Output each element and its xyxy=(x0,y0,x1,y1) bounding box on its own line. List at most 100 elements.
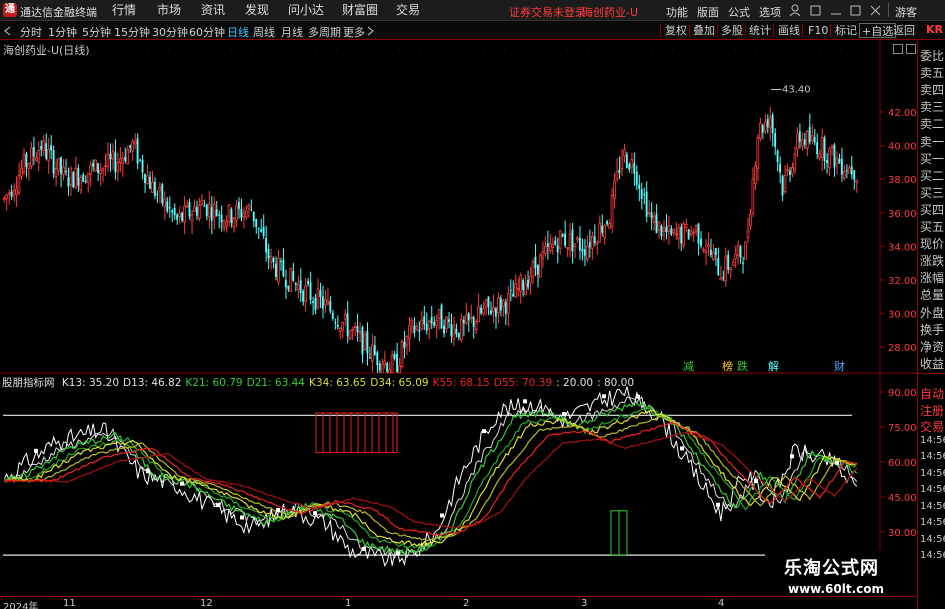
candle-body xyxy=(275,263,277,278)
tick-time: 14:56 xyxy=(920,467,945,479)
period-30min[interactable]: 30分钟 xyxy=(152,24,188,40)
period-monthly[interactable]: 月线 xyxy=(281,24,303,40)
chart-settings-icon[interactable] xyxy=(893,44,903,54)
candle-body xyxy=(153,181,156,197)
menu-wealth[interactable]: 财富圈 xyxy=(342,4,378,17)
candle-body xyxy=(700,238,702,247)
candle-body xyxy=(427,320,431,330)
menu-quotes[interactable]: 行情 xyxy=(112,4,136,17)
multi-stock-button[interactable]: 多股 xyxy=(719,23,745,38)
candle-body xyxy=(623,149,626,157)
menu-trade[interactable]: 交易 xyxy=(396,4,420,17)
period-15min[interactable]: 15分钟 xyxy=(114,24,150,40)
period-daily[interactable]: 日线 xyxy=(227,24,249,40)
menu-discover[interactable]: 发现 xyxy=(245,4,269,17)
candle-body xyxy=(265,238,268,253)
menu-market[interactable]: 市场 xyxy=(157,4,181,17)
candle-body xyxy=(324,298,327,306)
candle-body xyxy=(682,223,686,246)
statistics-button[interactable]: 统计 xyxy=(747,23,773,38)
draw-line-button[interactable]: 画线 xyxy=(776,23,802,38)
candle-body xyxy=(64,170,67,173)
trade-login-warning[interactable]: 证券交易未登录 xyxy=(509,4,586,20)
close-icon[interactable] xyxy=(870,5,881,16)
date-tick xyxy=(461,597,462,600)
candle-body xyxy=(672,229,676,233)
mark-button[interactable]: 标记 xyxy=(833,23,859,38)
period-60min[interactable]: 60分钟 xyxy=(189,24,225,40)
period-1min[interactable]: 1分钟 xyxy=(48,24,77,40)
candle-body xyxy=(131,141,134,152)
candle-body xyxy=(366,331,369,354)
trade-label[interactable]: 注册 xyxy=(920,402,944,419)
back-button[interactable]: 返回 xyxy=(891,23,917,38)
event-marker[interactable]: 跌 xyxy=(737,359,748,373)
app-title: 通达信金融终端 xyxy=(20,6,97,19)
f10-button[interactable]: F10 xyxy=(806,23,830,38)
order-book-label: 买四 xyxy=(920,202,945,217)
period-intraday[interactable]: 分时 xyxy=(20,24,42,40)
candle-body xyxy=(17,175,21,194)
d21-line xyxy=(3,406,858,549)
candle-body xyxy=(578,237,581,251)
chevron-right-icon[interactable] xyxy=(366,26,374,36)
period-weekly[interactable]: 周线 xyxy=(253,24,275,40)
account-icon[interactable] xyxy=(789,4,801,17)
restore-icon[interactable] xyxy=(810,5,821,16)
overlay-button[interactable]: 叠加 xyxy=(691,23,717,38)
candle-body xyxy=(482,308,485,314)
chevron-left-icon[interactable] xyxy=(3,26,11,36)
period-5min[interactable]: 5分钟 xyxy=(82,24,111,40)
trade-label[interactable]: 自动 xyxy=(920,385,944,402)
candle-body xyxy=(855,179,858,183)
candle-body xyxy=(351,328,354,331)
kr-indicator[interactable]: KR xyxy=(926,23,943,36)
candle-body xyxy=(10,191,13,197)
tick-time: 14:56 xyxy=(920,550,945,561)
menu-ask[interactable]: 问小达 xyxy=(288,4,324,17)
period-multi[interactable]: 多周期 xyxy=(308,24,341,40)
adjust-button[interactable]: 复权 xyxy=(663,23,689,38)
candle-body xyxy=(84,180,87,183)
candle-body xyxy=(650,212,653,218)
indicator-name[interactable]: 股朋指标网 xyxy=(2,377,55,389)
maximize-icon[interactable] xyxy=(850,5,861,16)
event-marker[interactable]: 解 xyxy=(768,359,779,373)
menu-news[interactable]: 资讯 xyxy=(201,4,225,17)
chart-maximize-icon[interactable] xyxy=(906,44,916,54)
candle-body xyxy=(403,341,406,349)
candle-body xyxy=(554,240,557,245)
toolbar-separator xyxy=(745,24,746,37)
indicator-header: 股朋指标网 K13: 35.20 D13: 46.82 K21: 60.79 D21:… xyxy=(2,375,642,389)
candle-body xyxy=(410,319,414,325)
candle-body xyxy=(307,280,310,285)
candle-body xyxy=(514,282,517,298)
guest-label[interactable]: 游客 xyxy=(895,4,917,20)
period-more[interactable]: 更多 xyxy=(343,24,365,40)
event-marker[interactable]: 榜 xyxy=(722,359,733,373)
indicator-label: 30.00 xyxy=(888,528,917,539)
candle-body xyxy=(606,221,609,225)
candle-body xyxy=(820,137,824,159)
candle-body xyxy=(838,158,841,164)
menu-separator xyxy=(888,3,889,17)
candle-body xyxy=(183,205,186,223)
event-marker[interactable]: 减 xyxy=(683,360,694,373)
candlesticks xyxy=(2,106,858,373)
trade-label[interactable]: 交易 xyxy=(920,418,944,435)
order-book-label: 买一 xyxy=(920,151,945,166)
menu-formula[interactable]: 公式 xyxy=(728,4,750,20)
candle-body xyxy=(789,170,791,175)
candle-body xyxy=(527,279,529,288)
date-tick-label: 1 xyxy=(345,598,352,609)
candle-body xyxy=(800,139,804,147)
candle-body xyxy=(645,191,648,217)
menu-options[interactable]: 选项 xyxy=(759,4,781,20)
price-chart[interactable]: 42.00 40.00 38.00 36.00 34.00 32.00 30.00 28.00… xyxy=(0,40,917,373)
candle-body xyxy=(380,364,384,373)
menu-layout[interactable]: 版面 xyxy=(697,4,719,20)
event-marker[interactable]: 财 xyxy=(834,359,845,373)
candle-body xyxy=(566,247,569,249)
candle-body xyxy=(724,256,728,282)
menu-function[interactable]: 功能 xyxy=(666,4,688,20)
